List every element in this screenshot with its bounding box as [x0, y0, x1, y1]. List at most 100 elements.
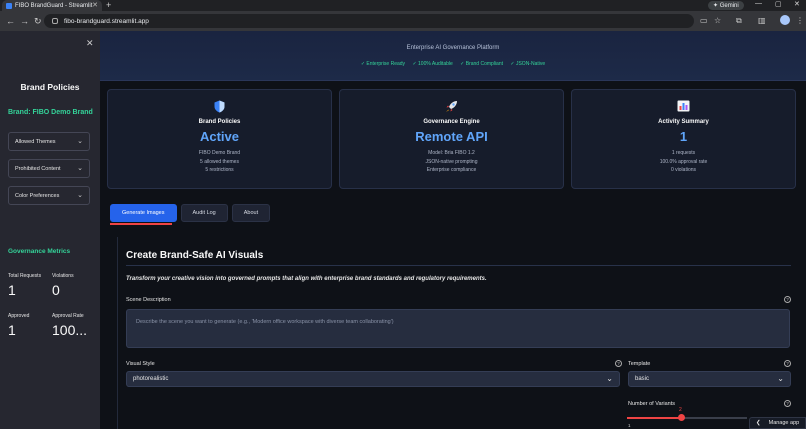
expander-label: Allowed Themes [15, 138, 56, 145]
variants-slider-fill [627, 417, 681, 419]
badge: ✓ Brand Compliant [460, 61, 503, 67]
bar-chart-icon [572, 99, 795, 113]
bookmark-star-icon[interactable]: ☆ [714, 16, 721, 25]
section-intro: Transform your creative vision into gove… [126, 276, 487, 282]
url-text: fibo-brandguard.streamlit.app [64, 17, 149, 25]
help-icon[interactable]: ? [784, 400, 791, 407]
address-bar: ← → ↻ fibo-brandguard.streamlit.app ▭ ☆ … [0, 11, 806, 31]
shield-favicon-icon [6, 2, 12, 9]
card-detail: Enterprise compliance [426, 167, 477, 173]
side-panel-icon[interactable]: ▥ [758, 16, 766, 25]
close-tab-icon[interactable]: ✕ [92, 1, 98, 9]
card-value: Remote API [415, 129, 488, 144]
browser-tab-title: FIBO BrandGuard - Streamlit [15, 2, 93, 9]
card-detail: JSON-native prompting [425, 158, 478, 165]
extensions-icon[interactable]: ⧉ [736, 16, 742, 26]
metric-label: Violations [52, 273, 74, 279]
tab-audit-log[interactable]: Audit Log [180, 204, 228, 222]
help-icon[interactable]: ? [615, 360, 622, 367]
metric-label: Approval Rate [52, 313, 84, 319]
rocket-icon [340, 99, 563, 113]
metric-value: 1 [8, 322, 16, 338]
expander-prohibited-content[interactable]: Prohibited Content ⌄ [8, 159, 90, 178]
brand-label: Brand: FIBO Demo Brand [8, 109, 93, 116]
metric-total-requests: Total Requests 1 [8, 273, 41, 298]
metric-label: Total Requests [8, 273, 42, 279]
forward-icon[interactable]: → [20, 16, 29, 26]
badge: ✓ JSON-Native [510, 61, 546, 67]
visual-style-label: Visual Style [126, 361, 155, 367]
variants-slider-thumb[interactable] [678, 414, 685, 421]
tab-about[interactable]: About [231, 204, 271, 222]
expander-allowed-themes[interactable]: Allowed Themes ⌄ [8, 132, 90, 151]
card-detail: Model: Bria FIBO 1.2 [428, 150, 475, 156]
minimize-icon[interactable]: — [755, 0, 762, 7]
card-detail: 0 violations [670, 167, 696, 173]
menu-icon[interactable]: ⋮ [796, 16, 804, 25]
expander-label: Color Preferences [15, 192, 60, 199]
divider [126, 265, 791, 266]
variants-slider-min: 1 [628, 423, 631, 428]
card-value: 1 [679, 129, 688, 144]
header-banner: Enterprise AI Governance Platform ✓ Ente… [100, 31, 806, 81]
metric-approval-rate: Approval Rate 100... [52, 313, 87, 338]
card-value: Active [199, 129, 240, 144]
chevron-down-icon: ⌄ [77, 165, 83, 172]
sidebar: ✕ Brand Policies Brand: FIBO Demo Brand … [0, 31, 100, 429]
profile-avatar[interactable] [780, 15, 790, 25]
scene-description-label: Scene Description [126, 297, 171, 303]
expander-color-preferences[interactable]: Color Preferences ⌄ [8, 186, 90, 205]
browser-tab[interactable]: FIBO BrandGuard - Streamlit ✕ [2, 0, 102, 11]
card-detail: 100.0% approval rate [659, 158, 708, 165]
maximize-icon[interactable]: ▢ [775, 0, 782, 8]
card-detail: FIBO Demo Brand [198, 150, 241, 156]
manage-app-button[interactable]: ❮ Manage app [749, 417, 806, 429]
tab-generate-images[interactable]: Generate Images [110, 204, 177, 222]
variants-label: Number of Variants [628, 401, 675, 407]
active-tab-indicator [110, 223, 172, 225]
site-info-icon[interactable] [52, 18, 58, 24]
help-icon[interactable]: ? [784, 296, 791, 303]
template-label: Template [628, 361, 651, 367]
reload-icon[interactable]: ↻ [34, 16, 42, 27]
card-title: Activity Summary [658, 119, 709, 125]
gemini-label: Gemini [719, 2, 739, 9]
generate-panel: Create Brand-Safe AI Visuals Transform y… [117, 237, 797, 429]
shield-icon [108, 99, 331, 113]
card-title: Brand Policies [198, 119, 241, 125]
cast-icon[interactable]: ▭ [700, 16, 708, 25]
expander-label: Prohibited Content [15, 165, 61, 172]
card-detail: 1 requests [671, 150, 696, 156]
template-select[interactable]: basic ⌄ [628, 371, 791, 387]
badge: ✓ Enterprise Ready [360, 61, 406, 67]
variants-slider-value: 2 [679, 407, 682, 413]
metric-value: 0 [52, 282, 60, 298]
badge: ✓ 100% Auditable [412, 61, 453, 67]
governance-metrics-title: Governance Metrics [8, 248, 71, 255]
help-icon[interactable]: ? [784, 360, 791, 367]
card-title: Governance Engine [423, 119, 480, 125]
section-title: Create Brand-Safe AI Visuals [126, 250, 264, 261]
card-detail: 5 restrictions [205, 167, 234, 173]
scene-description-input[interactable]: Describe the scene you want to generate … [126, 309, 790, 348]
sidebar-title: Brand Policies [20, 82, 80, 92]
metric-value: 100... [52, 322, 88, 338]
visual-style-select[interactable]: photorealistic ⌄ [126, 371, 620, 387]
chevron-left-icon: ❮ [756, 420, 761, 426]
platform-subtitle: Enterprise AI Governance Platform [406, 45, 500, 51]
scene-description-placeholder: Describe the scene you want to generate … [136, 319, 394, 325]
browser-tab-strip: FIBO BrandGuard - Streamlit ✕ + ✦ Gemini… [0, 0, 806, 11]
gemini-button[interactable]: ✦ Gemini [708, 1, 744, 10]
main-area: Enterprise AI Governance Platform ✓ Ente… [100, 31, 806, 429]
new-tab-icon[interactable]: + [106, 0, 111, 10]
close-window-icon[interactable]: ✕ [794, 0, 800, 8]
close-sidebar-icon[interactable]: ✕ [86, 38, 94, 49]
back-icon[interactable]: ← [6, 16, 15, 26]
tab-bar: Generate Images Audit Log About [110, 204, 271, 222]
url-field[interactable]: fibo-brandguard.streamlit.app [44, 14, 694, 28]
visual-style-value: photorealistic [133, 376, 169, 382]
chevron-down-icon: ⌄ [77, 192, 83, 199]
template-value: basic [635, 376, 650, 382]
card-detail: 5 allowed themes [200, 158, 239, 165]
chevron-down-icon: ⌄ [77, 138, 83, 145]
